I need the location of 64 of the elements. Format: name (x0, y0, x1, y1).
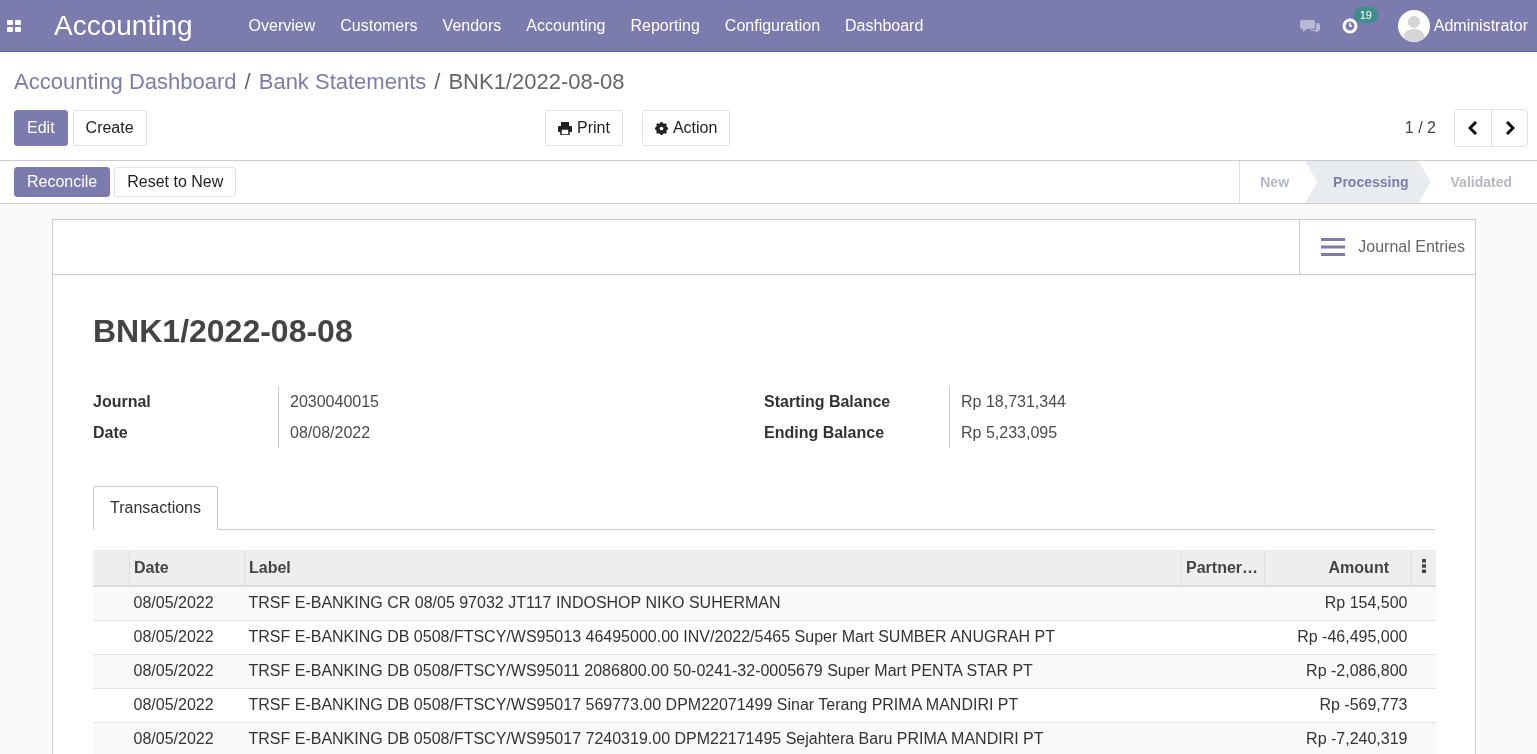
more-options-icon[interactable] (1422, 558, 1426, 573)
table-cell: Rp -2,086,800 (1264, 654, 1412, 688)
activity-badge: 19 (1353, 6, 1378, 23)
field-value: 2030040015 (289, 392, 379, 412)
clock-icon[interactable] (1341, 17, 1358, 34)
table-cell: TRSF E-BANKING DB 0508/FTSCY/WS95011 2086800.00 50-0241-32-0005679 Super Mart PENTA STAR PT (244, 654, 1182, 688)
avatar-icon[interactable] (1397, 9, 1430, 42)
apps-menu-icon[interactable] (7, 19, 21, 32)
breadcrumb-item[interactable]: BNK1/2022-08-08 (448, 68, 625, 96)
status-stage[interactable]: Processing (1305, 161, 1431, 203)
column-header[interactable]: Amount (1264, 550, 1412, 586)
field-value: 08/08/2022 (289, 423, 371, 443)
breadcrumb-separator: / (434, 68, 441, 96)
breadcrumb-separator: / (244, 68, 251, 96)
table-cell: TRSF E-BANKING DB 0508/FTSCY/WS95017 569773.00 DPM22071499 Sinar Terang PRIMA MANDIRI PT (244, 688, 1182, 722)
table-cell: TRSF E-BANKING DB 0508/FTSCY/WS95017 7240319.00 DPM22171495 Sejahtera Baru PRIMA MANDIRI PT (244, 722, 1182, 754)
chevron-right-icon (1504, 121, 1515, 135)
notebook-tab[interactable]: Transactions (93, 486, 218, 530)
breadcrumb-item[interactable]: Accounting Dashboard (14, 68, 237, 96)
chevron-left-icon (1468, 121, 1478, 135)
menu-item[interactable]: Overview (248, 16, 316, 35)
record-title: BNK1/2022-08-08 (93, 313, 354, 350)
chat-icon[interactable] (1299, 17, 1320, 34)
field-value: Rp 5,233,095 (960, 423, 1058, 443)
header-cell (93, 550, 130, 586)
field-label: Ending Balance (764, 417, 950, 448)
column-header[interactable]: Label (244, 550, 1182, 586)
reset-button[interactable]: Reset to New (114, 167, 237, 197)
pager-value: 1 / 2 (1404, 119, 1436, 137)
column-header[interactable]: Date (129, 550, 245, 586)
menu-item[interactable]: Reporting (630, 16, 700, 35)
printer-icon (558, 121, 572, 135)
field-label: Starting Balance (764, 386, 950, 417)
next-button[interactable] (1491, 110, 1527, 146)
table-cell: Rp 154,500 (1264, 586, 1412, 620)
table-cell: 08/05/2022 (129, 688, 245, 722)
table-cell: TRSF E-BANKING CR 08/05 97032 JT117 INDOSHOP NIKO SUHERMAN (244, 586, 1182, 620)
print-button[interactable]: Print (545, 110, 623, 146)
gear-icon (654, 121, 668, 135)
menu-item[interactable]: Customers (340, 16, 418, 35)
create-button[interactable]: Create (72, 110, 147, 146)
menu-item[interactable]: Dashboard (845, 16, 924, 35)
column-header[interactable]: Partner… (1181, 550, 1265, 586)
field-label: Journal (93, 386, 279, 417)
table-cell: 08/05/2022 (129, 586, 245, 620)
table-cell: 08/05/2022 (129, 722, 245, 754)
table-cell: Rp -569,773 (1264, 688, 1412, 722)
user-name[interactable]: Administrator (1433, 16, 1528, 35)
table-cell: 08/05/2022 (129, 654, 245, 688)
table-cell: Rp -7,240,319 (1264, 722, 1412, 754)
field-value: Rp 18,731,344 (960, 392, 1066, 412)
table-cell: TRSF E-BANKING DB 0508/FTSCY/WS95013 46495000.00 INV/2022/5465 Super Mart SUMBER ANUGRAH PT (244, 620, 1182, 654)
table-cell: 08/05/2022 (129, 620, 245, 654)
action-button[interactable]: Action (641, 110, 731, 146)
reconcile-button[interactable]: Reconcile (14, 167, 111, 197)
app-title[interactable]: Accounting (54, 9, 193, 42)
list-icon (1321, 237, 1346, 257)
breadcrumb-item[interactable]: Bank Statements (258, 68, 427, 96)
edit-button[interactable]: Edit (14, 110, 68, 146)
menu-item[interactable]: Configuration (724, 16, 821, 35)
menu-item[interactable]: Vendors (442, 16, 502, 35)
table-cell: Rp -46,495,000 (1264, 620, 1412, 654)
field-label: Date (93, 417, 279, 448)
menu-item[interactable]: Accounting (526, 16, 606, 35)
